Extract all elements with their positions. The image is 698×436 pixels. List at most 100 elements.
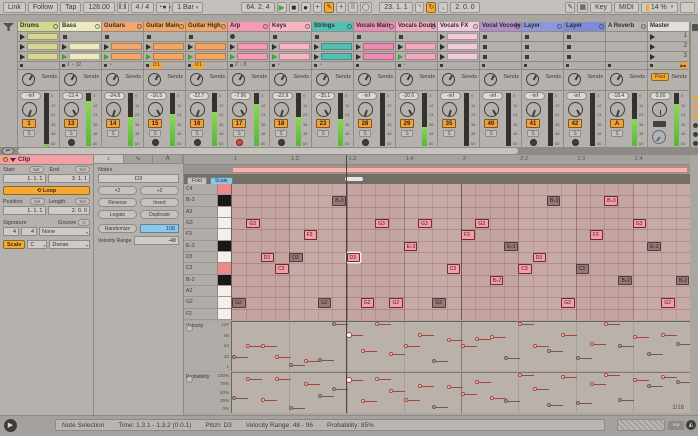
piano-key-row[interactable]: E♭3 bbox=[184, 241, 231, 252]
pan-knob-icon[interactable] bbox=[526, 73, 539, 86]
clip-launch-zone[interactable] bbox=[102, 32, 111, 41]
clip-position-field[interactable]: 1. 1. 1 bbox=[3, 206, 46, 215]
clip-stop-icon[interactable] bbox=[483, 35, 487, 39]
pan-knob[interactable] bbox=[106, 102, 121, 117]
clip-collapse-icon[interactable] bbox=[10, 158, 16, 162]
track-number-button[interactable]: 15 bbox=[148, 119, 162, 128]
clip-play-icon[interactable] bbox=[188, 44, 193, 50]
pan-knob[interactable] bbox=[316, 102, 331, 117]
clip-stop-icon[interactable] bbox=[105, 35, 109, 39]
clip-launch-zone[interactable] bbox=[606, 52, 615, 61]
clip-launch-zone[interactable] bbox=[102, 52, 111, 61]
track-header[interactable]: Vocals FX bbox=[438, 22, 479, 31]
velocity-range-field[interactable]: -48 bbox=[134, 236, 179, 245]
scene-launch-zone[interactable] bbox=[648, 32, 657, 41]
randomize-button[interactable]: Randomize bbox=[98, 224, 137, 233]
clip-slot[interactable] bbox=[480, 31, 521, 41]
clip-launch-zone[interactable] bbox=[564, 32, 573, 41]
track-number-button[interactable]: 18 bbox=[274, 119, 288, 128]
clip-body[interactable] bbox=[27, 43, 58, 50]
pan-knob[interactable] bbox=[232, 102, 247, 117]
midi-note[interactable]: G3 bbox=[633, 219, 647, 228]
clip-slot[interactable] bbox=[18, 41, 59, 51]
clip-launch-zone[interactable] bbox=[270, 52, 279, 61]
clip-stop-icon[interactable] bbox=[483, 55, 487, 59]
unfold-icon[interactable] bbox=[515, 24, 520, 29]
clip-start-field[interactable]: 1. 1. 1 bbox=[3, 174, 46, 183]
unfold-icon[interactable] bbox=[347, 24, 352, 29]
clip-launch-zone[interactable] bbox=[312, 32, 321, 41]
clip-stop-button[interactable] bbox=[188, 64, 191, 67]
punch-out-icon[interactable]: ◟ bbox=[438, 2, 448, 13]
volume-db-field[interactable]: -20.6 bbox=[398, 92, 419, 100]
clip-body[interactable] bbox=[321, 43, 352, 50]
clip-stop-icon[interactable] bbox=[63, 35, 67, 39]
record-button[interactable]: ● bbox=[301, 2, 311, 13]
clip-slot[interactable] bbox=[144, 41, 185, 51]
clip-stop-button[interactable] bbox=[62, 64, 65, 67]
solo-button[interactable]: S bbox=[149, 130, 161, 137]
clip-launch-zone[interactable] bbox=[60, 32, 69, 41]
clip-play-icon[interactable] bbox=[356, 54, 361, 60]
pan-knob-icon[interactable] bbox=[484, 102, 499, 117]
follow-button[interactable]: Follow bbox=[28, 2, 58, 13]
loop-region[interactable] bbox=[232, 167, 688, 173]
track-number-button[interactable]: 17 bbox=[232, 119, 246, 128]
reverse-button[interactable]: Reverse bbox=[98, 198, 137, 207]
clip-slot[interactable] bbox=[186, 51, 227, 61]
piano-key-row[interactable]: B♭3 bbox=[184, 195, 231, 206]
pan-knob-icon[interactable] bbox=[190, 102, 205, 117]
clip-launch-zone[interactable] bbox=[144, 52, 153, 61]
mixer-section-toggle[interactable] bbox=[693, 141, 698, 146]
solo-button[interactable]: S bbox=[107, 130, 119, 137]
pan-knob-icon[interactable] bbox=[400, 73, 413, 86]
clip-slot[interactable] bbox=[102, 31, 143, 41]
clip-launch-zone[interactable] bbox=[522, 42, 531, 51]
volume-db-field[interactable]: -inf bbox=[566, 92, 587, 100]
clip-launch-zone[interactable] bbox=[480, 52, 489, 61]
clip-stop-button[interactable] bbox=[104, 64, 107, 67]
clip-launch-zone[interactable] bbox=[564, 52, 573, 61]
track-number-button[interactable]: A bbox=[610, 119, 624, 128]
track-number-button[interactable]: 1 bbox=[22, 119, 36, 128]
midi-note[interactable]: E♭3 bbox=[647, 242, 661, 251]
clip-slot[interactable] bbox=[354, 51, 395, 61]
clip-slot[interactable] bbox=[186, 41, 227, 51]
midi-note[interactable]: B♭3 bbox=[547, 196, 561, 205]
scene-scroll-icon[interactable] bbox=[692, 24, 698, 31]
pan-knob-icon[interactable] bbox=[652, 102, 667, 117]
clip-stop-icon[interactable] bbox=[147, 35, 151, 39]
master-volume-field[interactable]: 0.00 bbox=[650, 92, 671, 100]
unfold-icon[interactable] bbox=[599, 24, 604, 29]
pan-knob[interactable] bbox=[190, 102, 205, 117]
back-to-arrangement-icon[interactable]: + bbox=[336, 2, 346, 13]
midi-note[interactable]: B♭2 bbox=[676, 276, 690, 285]
scrollbar-handle[interactable] bbox=[18, 148, 518, 154]
volume-db-field[interactable]: -22.9 bbox=[272, 92, 293, 100]
clip-launch-zone[interactable] bbox=[396, 52, 405, 61]
clip-slot[interactable] bbox=[564, 51, 605, 61]
clip-stop-icon[interactable] bbox=[399, 35, 403, 39]
clip-play-icon[interactable] bbox=[314, 54, 319, 60]
pan-knob-icon[interactable] bbox=[610, 73, 623, 86]
cpu-meter[interactable]: 14 % bbox=[641, 2, 678, 13]
tab-expression[interactable]: Ʌ bbox=[153, 155, 183, 163]
clip-slot[interactable] bbox=[438, 41, 479, 51]
clip-slot[interactable] bbox=[228, 51, 269, 61]
clip-slot[interactable] bbox=[438, 31, 479, 41]
clip-body[interactable] bbox=[195, 53, 226, 60]
clip-launch-zone[interactable] bbox=[480, 42, 489, 51]
unfold-icon[interactable] bbox=[179, 24, 184, 29]
loop-button[interactable]: ⟲ Loop bbox=[3, 186, 90, 195]
pan-knob[interactable] bbox=[442, 102, 457, 117]
solo-button[interactable]: S bbox=[611, 130, 623, 137]
midi-note[interactable]: C3 bbox=[576, 264, 590, 273]
clip-play-icon[interactable] bbox=[272, 44, 277, 50]
piano-key[interactable] bbox=[217, 195, 231, 205]
clip-launch-zone[interactable] bbox=[354, 32, 363, 41]
view-swap-icon[interactable]: ⇄ bbox=[2, 147, 14, 155]
track-header[interactable]: Guitars bbox=[102, 22, 143, 31]
clip-launch-zone[interactable] bbox=[522, 52, 531, 61]
piano-key[interactable] bbox=[217, 286, 231, 296]
clip-slot[interactable] bbox=[522, 31, 563, 41]
